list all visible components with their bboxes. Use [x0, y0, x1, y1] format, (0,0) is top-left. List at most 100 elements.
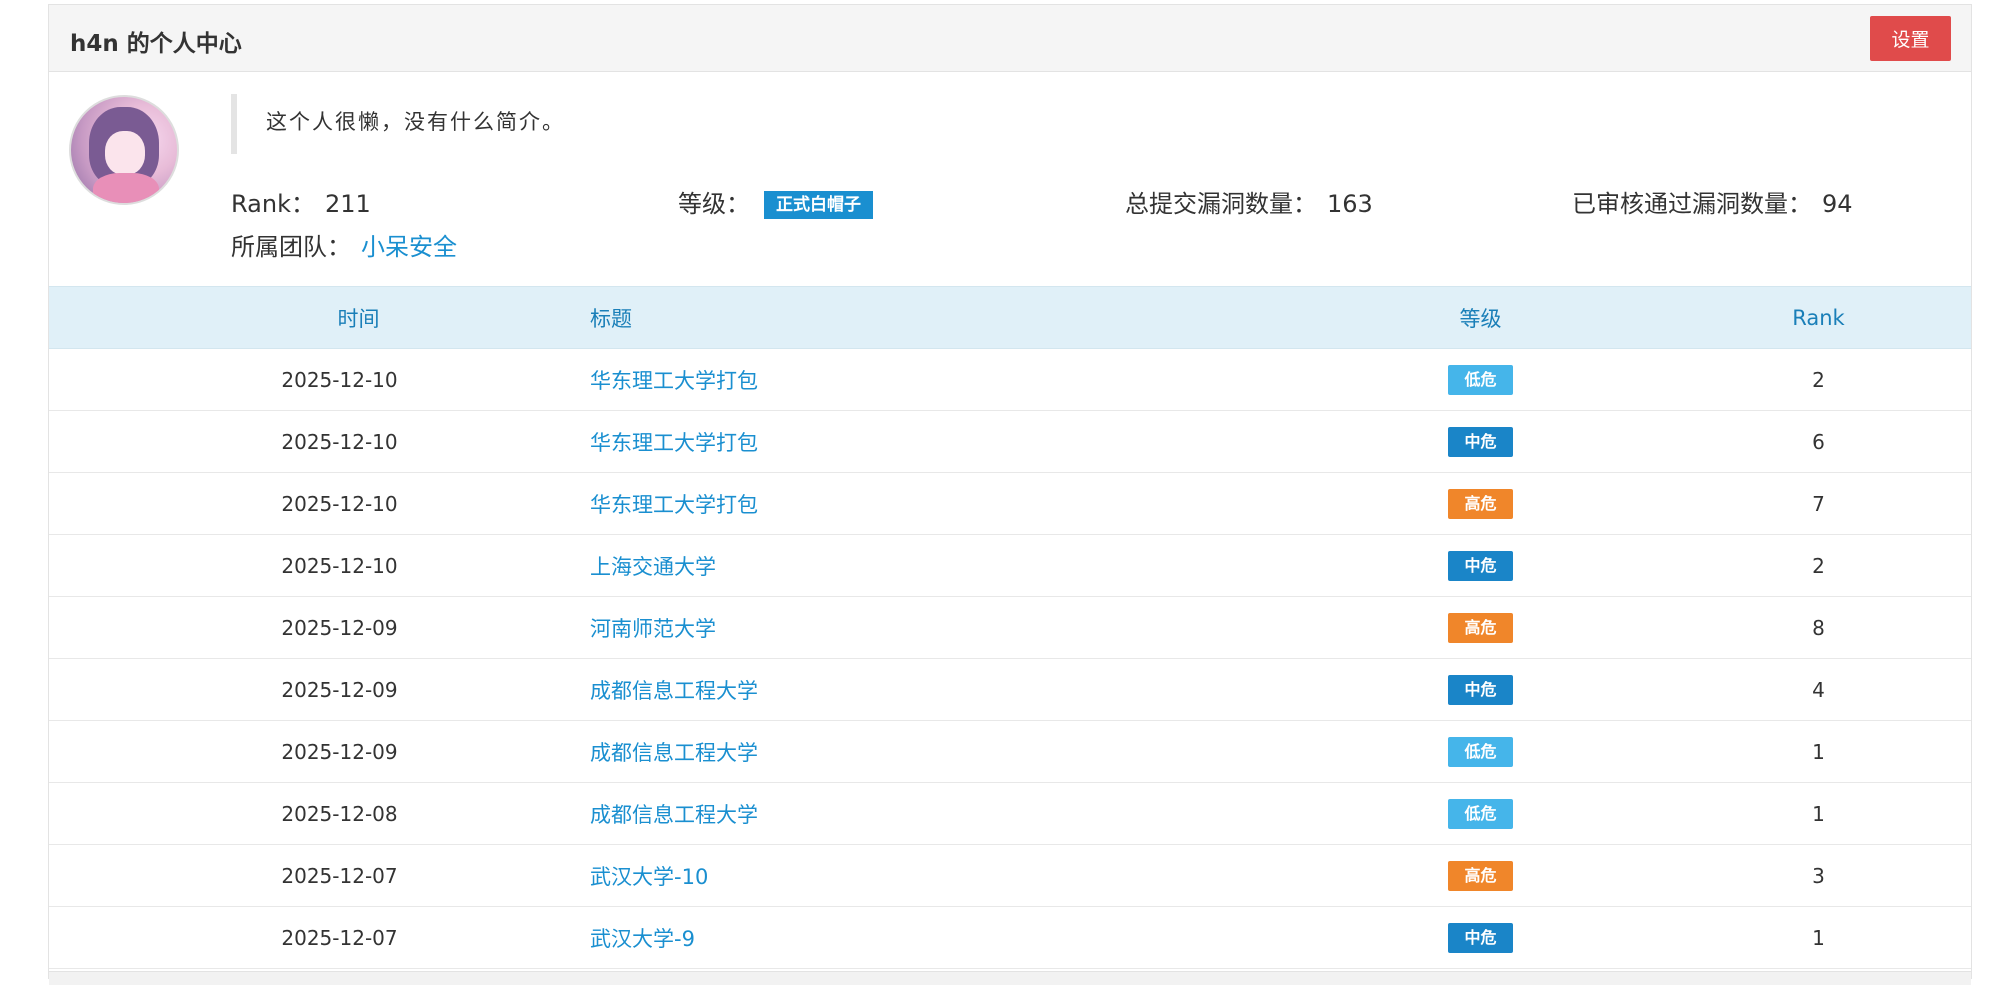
row-rank: 4	[1671, 658, 1971, 721]
table-row: 2025-12-08 成都信息工程大学 低危 1	[49, 782, 1971, 845]
row-level-cell: 中危	[1271, 658, 1671, 721]
table-row: 2025-12-10 华东理工大学打包 高危 7	[49, 472, 1971, 535]
table-body: 2025-12-10 华东理工大学打包 低危 2 2025-12-10 华东理工大学打包中…	[49, 348, 1971, 969]
row-date: 2025-12-07	[49, 844, 589, 907]
row-title-cell: 武汉大学-9	[589, 906, 1271, 969]
team-row: 所属团队： 小呆安全	[231, 227, 457, 267]
severity-badge: 低危	[1448, 364, 1513, 395]
row-title-link[interactable]: 成都信息工程大学	[590, 741, 758, 765]
row-level-cell: 高危	[1271, 472, 1671, 535]
row-title-link[interactable]: 河南师范大学	[590, 617, 716, 641]
severity-badge: 中危	[1448, 674, 1513, 705]
row-title-link[interactable]: 华东理工大学打包	[590, 431, 758, 455]
row-level-cell: 中危	[1271, 410, 1671, 473]
severity-badge: 中危	[1448, 550, 1513, 581]
row-date: 2025-12-10	[49, 348, 589, 411]
approved-stat: 已审核通过漏洞数量： 94	[1572, 184, 1853, 224]
row-date: 2025-12-07	[49, 906, 589, 969]
row-date: 2025-12-09	[49, 596, 589, 659]
profile-panel: h4n 的个人中心 设置 这个人很懒，没有什么简介。 Rank： 211 等级：正…	[48, 4, 1972, 985]
severity-badge: 高危	[1448, 612, 1513, 643]
submitted-label: 总提交漏洞数量：	[1125, 190, 1317, 218]
row-date: 2025-12-09	[49, 720, 589, 783]
level-badge: 正式白帽子	[764, 191, 873, 219]
row-title-cell: 成都信息工程大学	[589, 782, 1271, 845]
row-title-cell: 河南师范大学	[589, 596, 1271, 659]
settings-button[interactable]: 设置	[1870, 16, 1951, 61]
severity-badge: 低危	[1448, 736, 1513, 767]
row-rank: 2	[1671, 348, 1971, 411]
row-level-cell: 低危	[1271, 782, 1671, 845]
column-header-level: 等级	[1271, 286, 1671, 349]
row-date: 2025-12-10	[49, 534, 589, 597]
severity-badge: 高危	[1448, 860, 1513, 891]
pagination-bar	[49, 971, 1971, 985]
table-header-row: 时间 标题 等级 Rank	[49, 286, 1971, 349]
row-rank: 1	[1671, 720, 1971, 783]
row-date: 2025-12-10	[49, 410, 589, 473]
table-row: 2025-12-09 成都信息工程大学 中危 4	[49, 658, 1971, 721]
row-rank: 2	[1671, 534, 1971, 597]
row-rank: 6	[1671, 410, 1971, 473]
row-level-cell: 低危	[1271, 720, 1671, 783]
row-rank: 7	[1671, 472, 1971, 535]
severity-badge: 中危	[1448, 922, 1513, 953]
row-rank: 1	[1671, 906, 1971, 969]
column-header-time: 时间	[49, 286, 589, 349]
avatar-face	[105, 131, 145, 175]
row-rank: 8	[1671, 596, 1971, 659]
row-title-link[interactable]: 上海交通大学	[590, 555, 716, 579]
row-level-cell: 低危	[1271, 348, 1671, 411]
submitted-stat: 总提交漏洞数量： 163	[1125, 184, 1373, 224]
severity-badge: 中危	[1448, 426, 1513, 457]
row-title-cell: 成都信息工程大学	[589, 720, 1271, 783]
table-row: 2025-12-09 河南师范大学 高危 8	[49, 596, 1971, 659]
team-link[interactable]: 小呆安全	[361, 233, 457, 261]
table-row: 2025-12-07 武汉大学-10 高危 3	[49, 844, 1971, 907]
row-rank: 3	[1671, 844, 1971, 907]
avatar-body	[93, 173, 159, 203]
avatar[interactable]	[69, 95, 179, 205]
row-level-cell: 高危	[1271, 844, 1671, 907]
row-title-link[interactable]: 华东理工大学打包	[590, 493, 758, 517]
severity-badge: 低危	[1448, 798, 1513, 829]
row-title-link[interactable]: 华东理工大学打包	[590, 369, 758, 393]
column-header-title: 标题	[589, 286, 1271, 349]
level-stat: 等级： 正式白帽子	[678, 184, 873, 224]
bio-quote: 这个人很懒，没有什么简介。	[231, 94, 565, 154]
row-level-cell: 中危	[1271, 534, 1671, 597]
row-title-link[interactable]: 武汉大学-9	[590, 927, 695, 951]
row-title-cell: 华东理工大学打包	[589, 348, 1271, 411]
severity-badge: 高危	[1448, 488, 1513, 519]
approved-value: 94	[1822, 190, 1853, 218]
panel-header: h4n 的个人中心 设置	[49, 5, 1971, 72]
rank-label: Rank：	[231, 190, 315, 218]
table-row: 2025-12-10 上海交通大学 中危 2	[49, 534, 1971, 597]
row-title-cell: 上海交通大学	[589, 534, 1271, 597]
rank-value: 211	[324, 190, 371, 218]
row-title-link[interactable]: 成都信息工程大学	[590, 679, 758, 703]
row-level-cell: 中危	[1271, 906, 1671, 969]
table-row: 2025-12-10 华东理工大学打包 低危 2	[49, 348, 1971, 411]
row-title-cell: 成都信息工程大学	[589, 658, 1271, 721]
vulnerability-table: 时间 标题 等级 Rank 2025-12-10 华东理工大学打包 低危 2 2025-…	[49, 286, 1971, 969]
table-row: 2025-12-10 华东理工大学打包 中危 6	[49, 410, 1971, 473]
submitted-value: 163	[1327, 190, 1373, 218]
row-level-cell: 高危	[1271, 596, 1671, 659]
approved-label: 已审核通过漏洞数量：	[1572, 190, 1812, 218]
row-date: 2025-12-10	[49, 472, 589, 535]
table-row: 2025-12-07 武汉大学-9 中危 1	[49, 906, 1971, 969]
row-date: 2025-12-09	[49, 658, 589, 721]
row-date: 2025-12-08	[49, 782, 589, 845]
profile-section: 这个人很懒，没有什么简介。 Rank： 211 等级： 正式白帽子 总提交漏洞数量：…	[49, 72, 1971, 287]
table-row: 2025-12-09 成都信息工程大学 低危 1	[49, 720, 1971, 783]
level-label: 等级：	[678, 190, 750, 218]
row-title-cell: 华东理工大学打包	[589, 410, 1271, 473]
row-rank: 1	[1671, 782, 1971, 845]
row-title-cell: 华东理工大学打包	[589, 472, 1271, 535]
team-label: 所属团队：	[231, 233, 351, 261]
row-title-link[interactable]: 武汉大学-10	[590, 865, 708, 889]
rank-stat: Rank： 211	[231, 184, 371, 224]
column-header-rank: Rank	[1671, 286, 1971, 349]
row-title-link[interactable]: 成都信息工程大学	[590, 803, 758, 827]
